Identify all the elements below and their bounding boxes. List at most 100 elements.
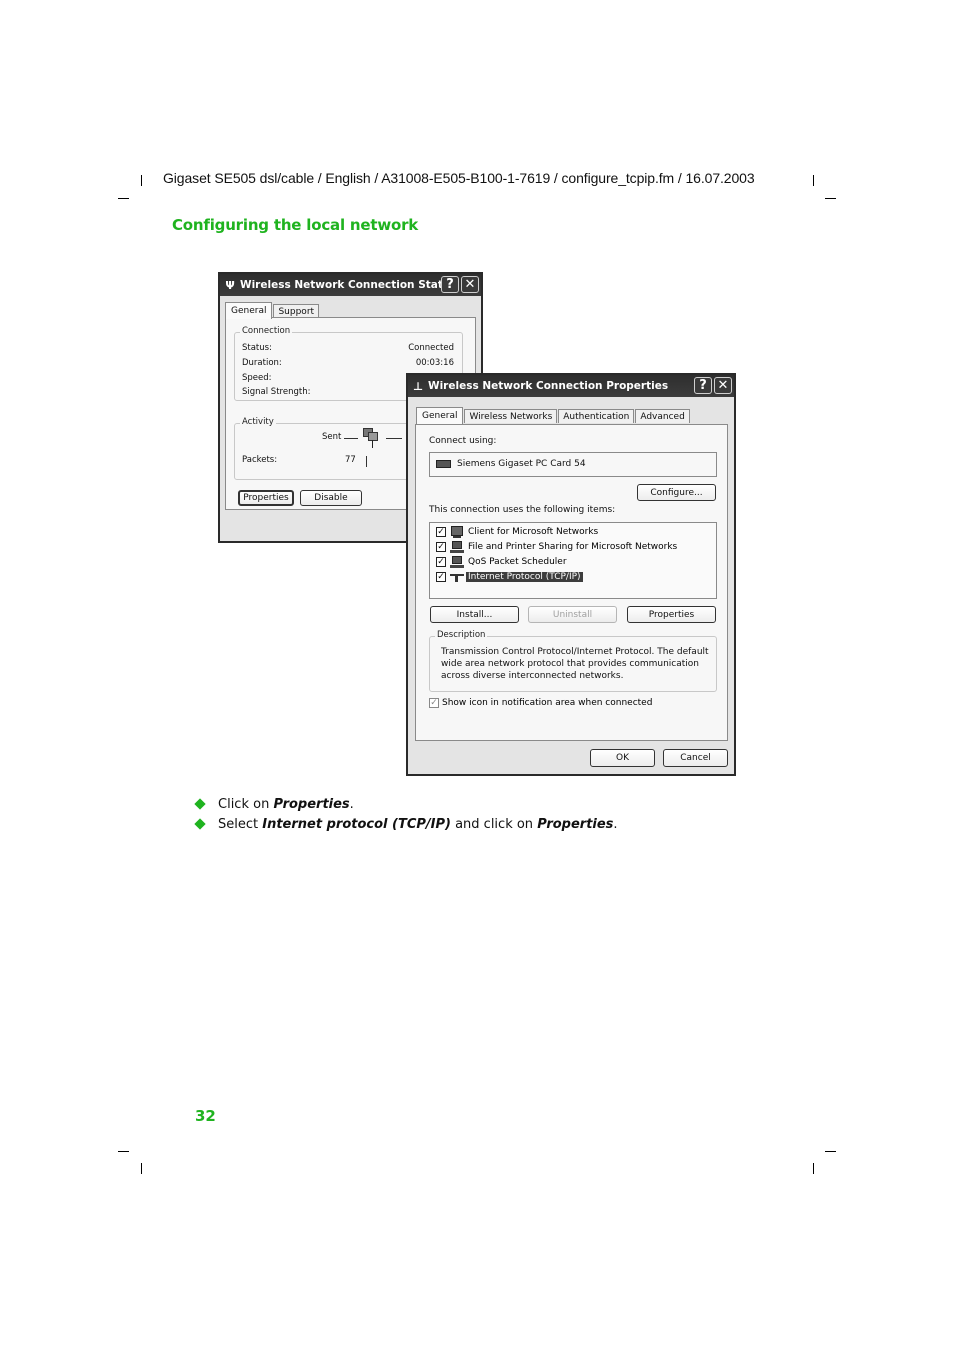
components-list[interactable]: ✓ Client for Microsoft Networks ✓ File a… [429,522,717,599]
help-button[interactable]: ? [441,276,459,293]
install-button[interactable]: Install... [430,606,519,623]
network-client-icon [450,525,464,539]
instruction-text: Select Internet protocol (TCP/IP) and cl… [218,817,618,832]
general-tab-panel: Connect using: Siemens Gigaset PC Card 5… [415,424,728,741]
tab-general[interactable]: General [416,407,464,424]
computer-icon [450,555,464,569]
item-checkbox[interactable]: ✓ [436,527,446,537]
show-icon-option[interactable]: ✓ Show icon in notification area when co… [429,698,652,708]
ok-button[interactable]: OK [590,749,655,767]
list-item[interactable]: ✓ QoS Packet Scheduler [436,555,569,569]
crop-mark [813,1163,814,1174]
description-line: Transmission Control Protocol/Internet P… [441,647,709,657]
adapter-field: Siemens Gigaset PC Card 54 [429,452,717,477]
adapter-name: Siemens Gigaset PC Card 54 [457,459,586,469]
status-dialog-title: Wireless Network Connection Status [240,279,457,291]
description-line: wide area network protocol that provides… [441,659,699,669]
item-label: Client for Microsoft Networks [468,527,599,537]
description-group: Description Transmission Control Protoco… [429,630,717,692]
duration-value: 00:03:16 [415,358,454,368]
status-dialog-titlebar[interactable]: Ψ Wireless Network Connection Status ? ✕ [220,274,481,296]
network-activity-icon [361,426,381,448]
show-icon-label: Show icon in notification area when conn… [442,698,653,708]
properties-dialog-titlebar[interactable]: ⊥ Wireless Network Connection Properties… [408,375,734,397]
signal-strength-label: Signal Strength: [242,387,311,397]
item-label: File and Printer Sharing for Microsoft N… [468,542,678,552]
text: Select [218,816,263,832]
show-icon-checkbox[interactable]: ✓ [429,698,439,708]
help-button[interactable]: ? [694,377,712,394]
emphasis: Internet protocol (TCP/IP) [262,816,451,832]
status-properties-button[interactable]: Properties [238,490,294,506]
close-button[interactable]: ✕ [714,377,732,394]
properties-dialog-title: Wireless Network Connection Properties [428,380,669,392]
received-line [386,438,402,439]
crop-mark [825,198,836,199]
text: Click on [218,796,274,812]
text: . [613,816,618,832]
tab-authentication[interactable]: Authentication [558,409,635,423]
list-item-selected[interactable]: ✓ Internet Protocol (TCP/IP) [436,570,583,584]
close-button[interactable]: ✕ [461,276,479,293]
disable-button[interactable]: Disable [300,490,362,506]
emphasis: Properties [537,816,614,832]
instruction-item: Select Internet protocol (TCP/IP) and cl… [194,814,618,834]
status-value: Connected [408,343,454,353]
close-icon: ✕ [717,378,729,393]
item-checkbox[interactable]: ✓ [436,542,446,552]
description-legend: Description [435,630,488,640]
tab-advanced[interactable]: Advanced [635,409,690,423]
items-label: This connection uses the following items… [429,505,616,515]
crop-mark [813,175,814,186]
crop-mark [825,1151,836,1152]
list-item[interactable]: ✓ Client for Microsoft Networks [436,525,600,539]
protocol-icon [450,571,464,584]
tab-general[interactable]: General [225,302,273,319]
text: and click on [450,816,538,832]
help-icon: ? [699,378,707,393]
instruction-list: Click on Properties. Select Internet pro… [194,794,618,834]
sent-line [344,438,358,439]
status-label: Status: [242,343,272,353]
list-item[interactable]: ✓ File and Printer Sharing for Microsoft… [436,540,679,554]
speed-label: Speed: [242,373,272,383]
item-label: QoS Packet Scheduler [468,557,567,567]
sent-label: Sent [322,432,342,442]
help-icon: ? [446,277,454,292]
running-head: Gigaset SE505 dsl/cable / English / A310… [163,170,755,186]
item-properties-button[interactable]: Properties [627,606,716,623]
instruction-text: Click on Properties. [218,797,354,812]
crop-mark [118,198,129,199]
page-number: 32 [195,1107,216,1125]
item-label: Internet Protocol (TCP/IP) [466,572,583,582]
crop-mark [118,1151,129,1152]
connect-using-label: Connect using: [429,436,497,446]
connection-legend: Connection [240,326,293,336]
uninstall-button: Uninstall [528,606,617,623]
crop-mark [141,1163,142,1174]
tab-wireless-networks[interactable]: Wireless Networks [464,409,558,423]
configure-button[interactable]: Configure... [637,484,716,501]
duration-label: Duration: [242,358,282,368]
description-line: across diverse interconnected networks. [441,671,624,681]
cancel-button[interactable]: Cancel [663,749,728,767]
packets-label: Packets: [242,455,278,465]
instruction-item: Click on Properties. [194,794,618,814]
text: . [349,796,354,812]
item-checkbox[interactable]: ✓ [436,557,446,567]
section-title: Configuring the local network [172,216,419,234]
antenna-icon: ⊥ [412,379,424,393]
bullet-diamond-icon [194,818,206,830]
activity-legend: Activity [240,417,276,427]
bullet-diamond-icon [194,798,206,810]
emphasis: Properties [273,796,350,812]
packets-divider [366,456,367,467]
antenna-icon: Ψ [225,278,235,292]
crop-mark [141,175,142,186]
properties-dialog: ⊥ Wireless Network Connection Properties… [406,373,736,776]
packets-sent-value: 77 [345,455,356,465]
item-checkbox[interactable]: ✓ [436,572,446,582]
computer-icon [450,540,464,554]
tab-support[interactable]: Support [273,304,320,318]
network-card-icon [436,460,451,468]
